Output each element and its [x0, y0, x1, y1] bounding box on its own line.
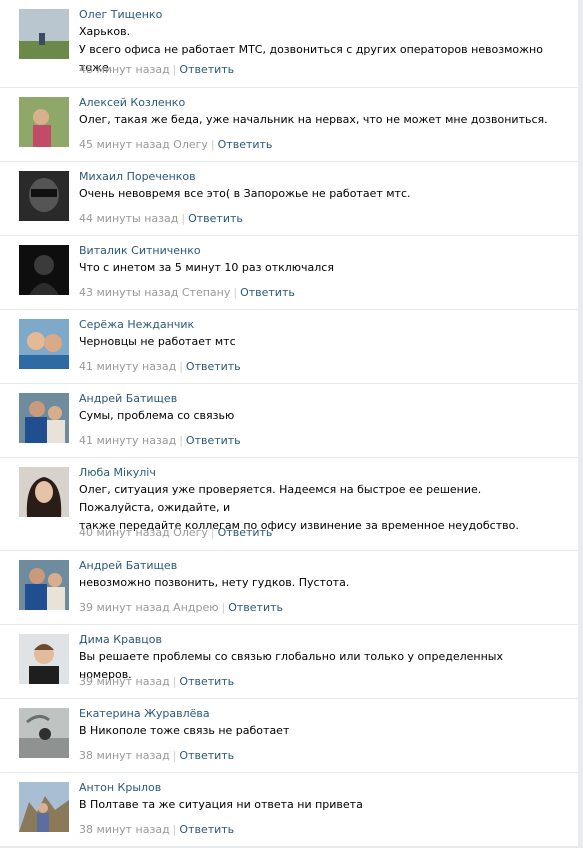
- comment-meta: 44 минуты назад | Ответить: [79, 212, 243, 225]
- comment: Андрей Батищев Сумы, проблема со связью …: [0, 384, 578, 458]
- comment: Алексей Козленко Олег, такая же беда, уж…: [0, 88, 578, 162]
- reply-link[interactable]: Ответить: [188, 212, 243, 225]
- avatar[interactable]: [19, 467, 69, 517]
- comment-meta: 41 минуту назад | Ответить: [79, 434, 241, 447]
- avatar[interactable]: [19, 97, 69, 147]
- comment-meta: 41 минуту назад | Ответить: [79, 360, 241, 373]
- comment-meta: 38 минут назад | Ответить: [79, 823, 235, 836]
- comment-text: невозможно позвонить, нету гудков. Пусто…: [79, 576, 350, 589]
- author-link[interactable]: Люба Мікуліч: [79, 466, 156, 480]
- author-link[interactable]: Михаил Пореченков: [79, 170, 196, 184]
- author-link[interactable]: Алексей Козленко: [79, 96, 185, 110]
- comment: Виталик Ситниченко Что с инетом за 5 мин…: [0, 236, 578, 310]
- author-link[interactable]: Олег Тищенко: [79, 8, 162, 22]
- comment: Дима Кравцов Вы решаете проблемы со связ…: [0, 625, 578, 699]
- comment-text: Олег, такая же беда, уже начальник на не…: [79, 113, 548, 126]
- avatar[interactable]: [19, 9, 69, 59]
- comment-text: Что с инетом за 5 минут 10 раз отключалс…: [79, 261, 334, 274]
- avatar-photo-icon: [19, 171, 69, 221]
- avatar-photo-icon: [19, 560, 69, 610]
- timestamp: 43 минуты назад Степану: [79, 286, 231, 299]
- author-link[interactable]: Серёжа Нежданчик: [79, 318, 194, 332]
- timestamp: 40 минут назад Олегу: [79, 526, 208, 539]
- avatar-photo-icon: [19, 708, 69, 758]
- avatar[interactable]: [19, 171, 69, 221]
- timestamp: 38 минут назад: [79, 823, 170, 836]
- avatar-photo-icon: [19, 9, 69, 59]
- comment: Олег Тищенко Харьков. У всего офиса не р…: [0, 0, 578, 88]
- comment: Серёжа Нежданчик Черновцы не работает мт…: [0, 310, 578, 384]
- avatar[interactable]: [19, 393, 69, 443]
- reply-link[interactable]: Ответить: [179, 823, 234, 836]
- avatar-photo-icon: [19, 393, 69, 443]
- reply-link[interactable]: Ответить: [186, 434, 241, 447]
- comment: Екатерина Журавлёва В Никополе тоже связ…: [0, 699, 578, 773]
- comment-meta: 38 минут назад | Ответить: [79, 749, 235, 762]
- comment-text: В Полтаве та же ситуация ни ответа ни пр…: [79, 798, 363, 811]
- reply-link[interactable]: Ответить: [218, 526, 273, 539]
- comment-meta: 39 минут назад Андрею | Ответить: [79, 601, 283, 614]
- reply-link[interactable]: Ответить: [228, 601, 283, 614]
- reply-link[interactable]: Ответить: [179, 749, 234, 762]
- timestamp: 39 минут назад Андрею: [79, 601, 219, 614]
- comment-meta: 48 минут назад | Ответить: [79, 63, 235, 76]
- comment-meta: 43 минуты назад Степану | Ответить: [79, 286, 295, 299]
- avatar[interactable]: [19, 634, 69, 684]
- author-link[interactable]: Андрей Батищев: [79, 559, 177, 573]
- avatar-photo-icon: [19, 97, 69, 147]
- comment: Андрей Батищев невозможно позвонить, нет…: [0, 551, 578, 625]
- avatar-photo-icon: [19, 467, 69, 517]
- avatar[interactable]: [19, 319, 69, 369]
- avatar-photo-icon: [19, 245, 69, 295]
- reply-link[interactable]: Ответить: [240, 286, 295, 299]
- page-edge: [578, 0, 583, 848]
- comment: Люба Мікуліч Олег, ситуация уже проверяе…: [0, 458, 578, 551]
- avatar-photo-icon: [19, 319, 69, 369]
- avatar[interactable]: [19, 560, 69, 610]
- timestamp: 38 минут назад: [79, 749, 170, 762]
- reply-link[interactable]: Ответить: [179, 63, 234, 76]
- comment-text: Очень невовремя все это( в Запорожье не …: [79, 187, 411, 200]
- timestamp: 41 минуту назад: [79, 360, 177, 373]
- reply-link[interactable]: Ответить: [186, 360, 241, 373]
- comment-text: В Никополе тоже связь не работает: [79, 724, 290, 737]
- avatar-photo-icon: [19, 634, 69, 684]
- comment: Антон Крылов В Полтаве та же ситуация ни…: [0, 773, 578, 847]
- timestamp: 44 минуты назад: [79, 212, 179, 225]
- avatar[interactable]: [19, 708, 69, 758]
- comment-text: Сумы, проблема со связью: [79, 409, 235, 422]
- author-link[interactable]: Екатерина Журавлёва: [79, 707, 210, 721]
- timestamp: 41 минуту назад: [79, 434, 177, 447]
- author-link[interactable]: Дима Кравцов: [79, 633, 162, 647]
- avatar[interactable]: [19, 782, 69, 832]
- author-link[interactable]: Виталик Ситниченко: [79, 244, 201, 258]
- author-link[interactable]: Антон Крылов: [79, 781, 161, 795]
- avatar[interactable]: [19, 245, 69, 295]
- comment-meta: 45 минут назад Олегу | Ответить: [79, 138, 273, 151]
- comment-meta: 40 минут назад Олегу | Ответить: [79, 526, 273, 539]
- comment-meta: 39 минут назад | Ответить: [79, 675, 235, 688]
- reply-link[interactable]: Ответить: [218, 138, 273, 151]
- timestamp: 39 минут назад: [79, 675, 170, 688]
- avatar-photo-icon: [19, 782, 69, 832]
- reply-link[interactable]: Ответить: [179, 675, 234, 688]
- comment-text: Черновцы не работает мтс: [79, 335, 236, 348]
- comment: Михаил Пореченков Очень невовремя все эт…: [0, 162, 578, 236]
- timestamp: 45 минут назад Олегу: [79, 138, 208, 151]
- timestamp: 48 минут назад: [79, 63, 170, 76]
- author-link[interactable]: Андрей Батищев: [79, 392, 177, 406]
- comment-list: Олег Тищенко Харьков. У всего офиса не р…: [0, 0, 578, 847]
